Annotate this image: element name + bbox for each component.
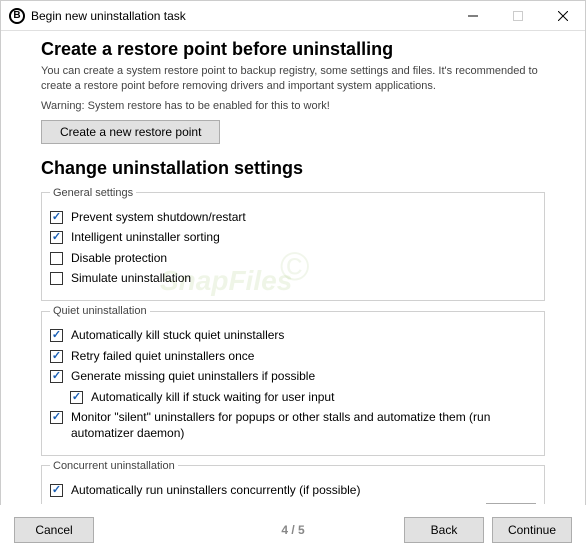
window-title: Begin new uninstallation task xyxy=(31,9,450,23)
concurrent-uninstall-group: Concurrent uninstallation Automatically … xyxy=(41,460,545,504)
restore-heading: Create a restore point before uninstalli… xyxy=(41,39,545,60)
generate-missing-label: Generate missing quiet uninstallers if p… xyxy=(71,369,315,385)
auto-concurrent-label: Automatically run uninstallers concurren… xyxy=(71,483,360,499)
window-controls xyxy=(450,1,585,30)
max-running-spinner[interactable]: 2 ▲ ▼ xyxy=(486,503,536,504)
intelligent-sorting-checkbox[interactable] xyxy=(50,231,63,244)
prevent-shutdown-checkbox[interactable] xyxy=(50,211,63,224)
auto-concurrent-checkbox[interactable] xyxy=(50,484,63,497)
create-restore-point-button[interactable]: Create a new restore point xyxy=(41,120,220,144)
monitor-silent-row[interactable]: Monitor "silent" uninstallers for popups… xyxy=(50,410,536,441)
maximize-button xyxy=(495,1,540,30)
close-button[interactable] xyxy=(540,1,585,30)
generate-missing-checkbox[interactable] xyxy=(50,370,63,383)
continue-button[interactable]: Continue xyxy=(492,517,572,543)
restore-description: You can create a system restore point to… xyxy=(41,64,545,94)
cancel-button[interactable]: Cancel xyxy=(14,517,94,543)
retry-failed-row[interactable]: Retry failed quiet uninstallers once xyxy=(50,349,536,365)
main-content: Create a restore point before uninstalli… xyxy=(1,31,585,504)
concurrent-legend: Concurrent uninstallation xyxy=(50,460,178,472)
simulate-uninstall-label: Simulate uninstallation xyxy=(71,271,191,287)
titlebar: B Begin new uninstallation task xyxy=(1,1,585,31)
general-settings-group: General settings Prevent system shutdown… xyxy=(41,187,545,301)
settings-heading: Change uninstallation settings xyxy=(41,158,545,179)
prevent-shutdown-row[interactable]: Prevent system shutdown/restart xyxy=(50,210,536,226)
quiet-uninstall-group: Quiet uninstallation Automatically kill … xyxy=(41,305,545,456)
disable-protection-row[interactable]: Disable protection xyxy=(50,251,536,267)
auto-kill-waiting-row[interactable]: Automatically kill if stuck waiting for … xyxy=(70,390,536,406)
auto-kill-stuck-label: Automatically kill stuck quiet uninstall… xyxy=(71,328,284,344)
auto-kill-waiting-checkbox[interactable] xyxy=(70,391,83,404)
back-button[interactable]: Back xyxy=(404,517,484,543)
auto-kill-stuck-checkbox[interactable] xyxy=(50,329,63,342)
intelligent-sorting-label: Intelligent uninstaller sorting xyxy=(71,230,220,246)
auto-kill-stuck-row[interactable]: Automatically kill stuck quiet uninstall… xyxy=(50,328,536,344)
page-indicator: 4 / 5 xyxy=(281,523,304,537)
retry-failed-checkbox[interactable] xyxy=(50,350,63,363)
retry-failed-label: Retry failed quiet uninstallers once xyxy=(71,349,254,365)
restore-warning: Warning: System restore has to be enable… xyxy=(41,100,545,112)
monitor-silent-label: Monitor "silent" uninstallers for popups… xyxy=(71,410,536,441)
generate-missing-row[interactable]: Generate missing quiet uninstallers if p… xyxy=(50,369,536,385)
disable-protection-checkbox[interactable] xyxy=(50,252,63,265)
footer-bar: Cancel 4 / 5 Back Continue xyxy=(0,505,586,553)
max-running-row: Max number of running uninstallers: 2 ▲ … xyxy=(70,503,536,504)
auto-concurrent-row[interactable]: Automatically run uninstallers concurren… xyxy=(50,483,536,499)
intelligent-sorting-row[interactable]: Intelligent uninstaller sorting xyxy=(50,230,536,246)
prevent-shutdown-label: Prevent system shutdown/restart xyxy=(71,210,246,226)
disable-protection-label: Disable protection xyxy=(71,251,167,267)
minimize-button[interactable] xyxy=(450,1,495,30)
quiet-legend: Quiet uninstallation xyxy=(50,305,150,317)
monitor-silent-checkbox[interactable] xyxy=(50,411,63,424)
general-legend: General settings xyxy=(50,187,136,199)
simulate-uninstall-checkbox[interactable] xyxy=(50,272,63,285)
simulate-uninstall-row[interactable]: Simulate uninstallation xyxy=(50,271,536,287)
auto-kill-waiting-label: Automatically kill if stuck waiting for … xyxy=(91,390,334,406)
app-icon: B xyxy=(9,8,25,24)
